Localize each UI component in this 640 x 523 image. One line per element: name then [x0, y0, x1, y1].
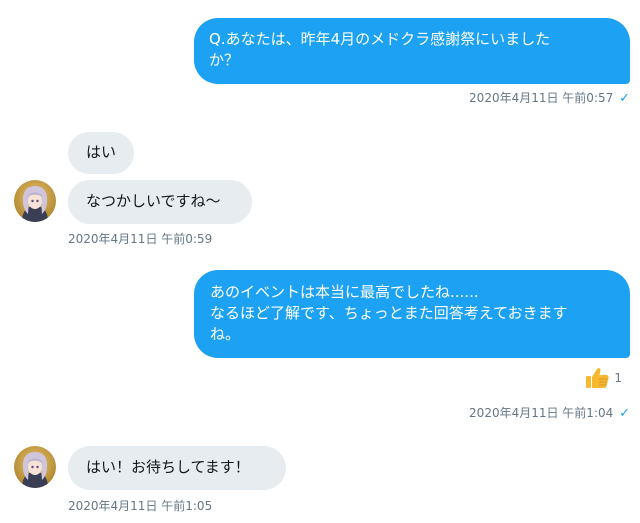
timestamp-text: 2020年4月11日 午前0:57	[469, 91, 614, 105]
message-timestamp: 2020年4月11日 午前0:59	[68, 232, 213, 246]
message-timestamp: 2020年4月11日 午前1:05	[68, 499, 213, 513]
avatar[interactable]	[14, 446, 56, 488]
incoming-message-bubble[interactable]: はい！お待ちしてます！	[68, 446, 286, 490]
incoming-message-bubble[interactable]: はい	[68, 132, 134, 174]
read-check-icon: ✓	[619, 406, 630, 421]
reaction-count: 1	[614, 371, 622, 385]
conversation-panel: Q.あなたは、昨年4月のメドクラ感謝祭にいました か？ 2020年4月11日 午…	[0, 0, 640, 523]
avatar[interactable]	[14, 180, 56, 222]
message-timestamp: 2020年4月11日 午前1:04 ✓	[469, 405, 630, 422]
reaction[interactable]: 1	[584, 366, 622, 390]
read-check-icon: ✓	[619, 91, 630, 106]
outgoing-message-bubble[interactable]: あのイベントは本当に最高でしたね...... なるほど了解です、ちょっとまた回答…	[194, 270, 630, 358]
avatar-image	[14, 446, 56, 488]
thumbs-up-icon	[586, 368, 609, 388]
outgoing-message-bubble[interactable]: Q.あなたは、昨年4月のメドクラ感謝祭にいました か？	[194, 18, 630, 84]
incoming-message-bubble[interactable]: なつかしいですね〜	[68, 180, 252, 224]
message-timestamp: 2020年4月11日 午前0:57 ✓	[469, 90, 630, 107]
avatar-image	[14, 180, 56, 222]
timestamp-text: 2020年4月11日 午前1:04	[469, 406, 614, 420]
